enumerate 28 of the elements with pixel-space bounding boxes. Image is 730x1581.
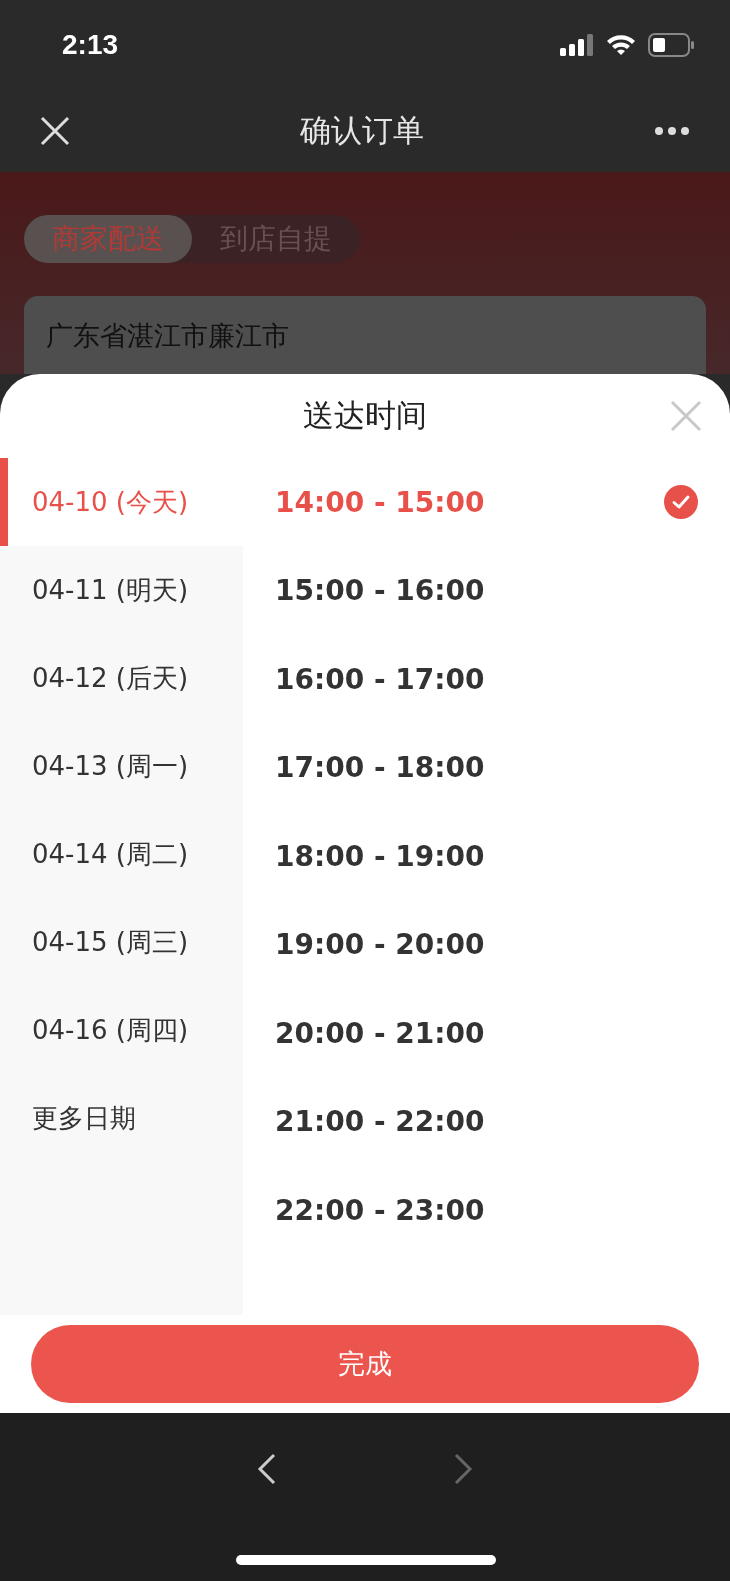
- time-slot[interactable]: 14:00 - 15:00: [243, 458, 730, 547]
- battery-icon: [648, 33, 694, 57]
- address-text: 广东省湛江市廉江市: [46, 320, 289, 351]
- page-title: 确认订单: [300, 111, 424, 150]
- time-slot[interactable]: 17:00 - 18:00: [243, 723, 730, 812]
- date-item[interactable]: 04-14 (周二): [0, 810, 243, 898]
- signal-icon: [560, 34, 594, 56]
- more-icon[interactable]: [654, 126, 690, 136]
- check-icon: [664, 485, 698, 520]
- time-slot[interactable]: 19:00 - 20:00: [243, 900, 730, 989]
- time-slot[interactable]: 22:00 - 23:00: [243, 1166, 730, 1255]
- date-item[interactable]: 04-15 (周三): [0, 898, 243, 986]
- time-slot[interactable]: 15:00 - 16:00: [243, 546, 730, 635]
- close-icon[interactable]: [40, 116, 70, 146]
- time-slot[interactable]: 21:00 - 22:00: [243, 1077, 730, 1166]
- time-slot[interactable]: 18:00 - 19:00: [243, 812, 730, 901]
- done-button[interactable]: 完成: [31, 1325, 699, 1403]
- date-item[interactable]: 04-11 (明天): [0, 546, 243, 634]
- time-slot[interactable]: 16:00 - 17:00: [243, 635, 730, 724]
- date-item[interactable]: 04-13 (周一): [0, 722, 243, 810]
- sheet-title: 送达时间: [303, 396, 427, 435]
- wifi-icon: [606, 34, 636, 56]
- date-item[interactable]: 04-16 (周四): [0, 986, 243, 1074]
- date-item[interactable]: 更多日期: [0, 1074, 243, 1162]
- date-item[interactable]: 04-12 (后天): [0, 634, 243, 722]
- time-slot[interactable]: 20:00 - 21:00: [243, 989, 730, 1078]
- date-item[interactable]: 04-10 (今天): [0, 458, 243, 546]
- status-time: 2:13: [62, 29, 119, 61]
